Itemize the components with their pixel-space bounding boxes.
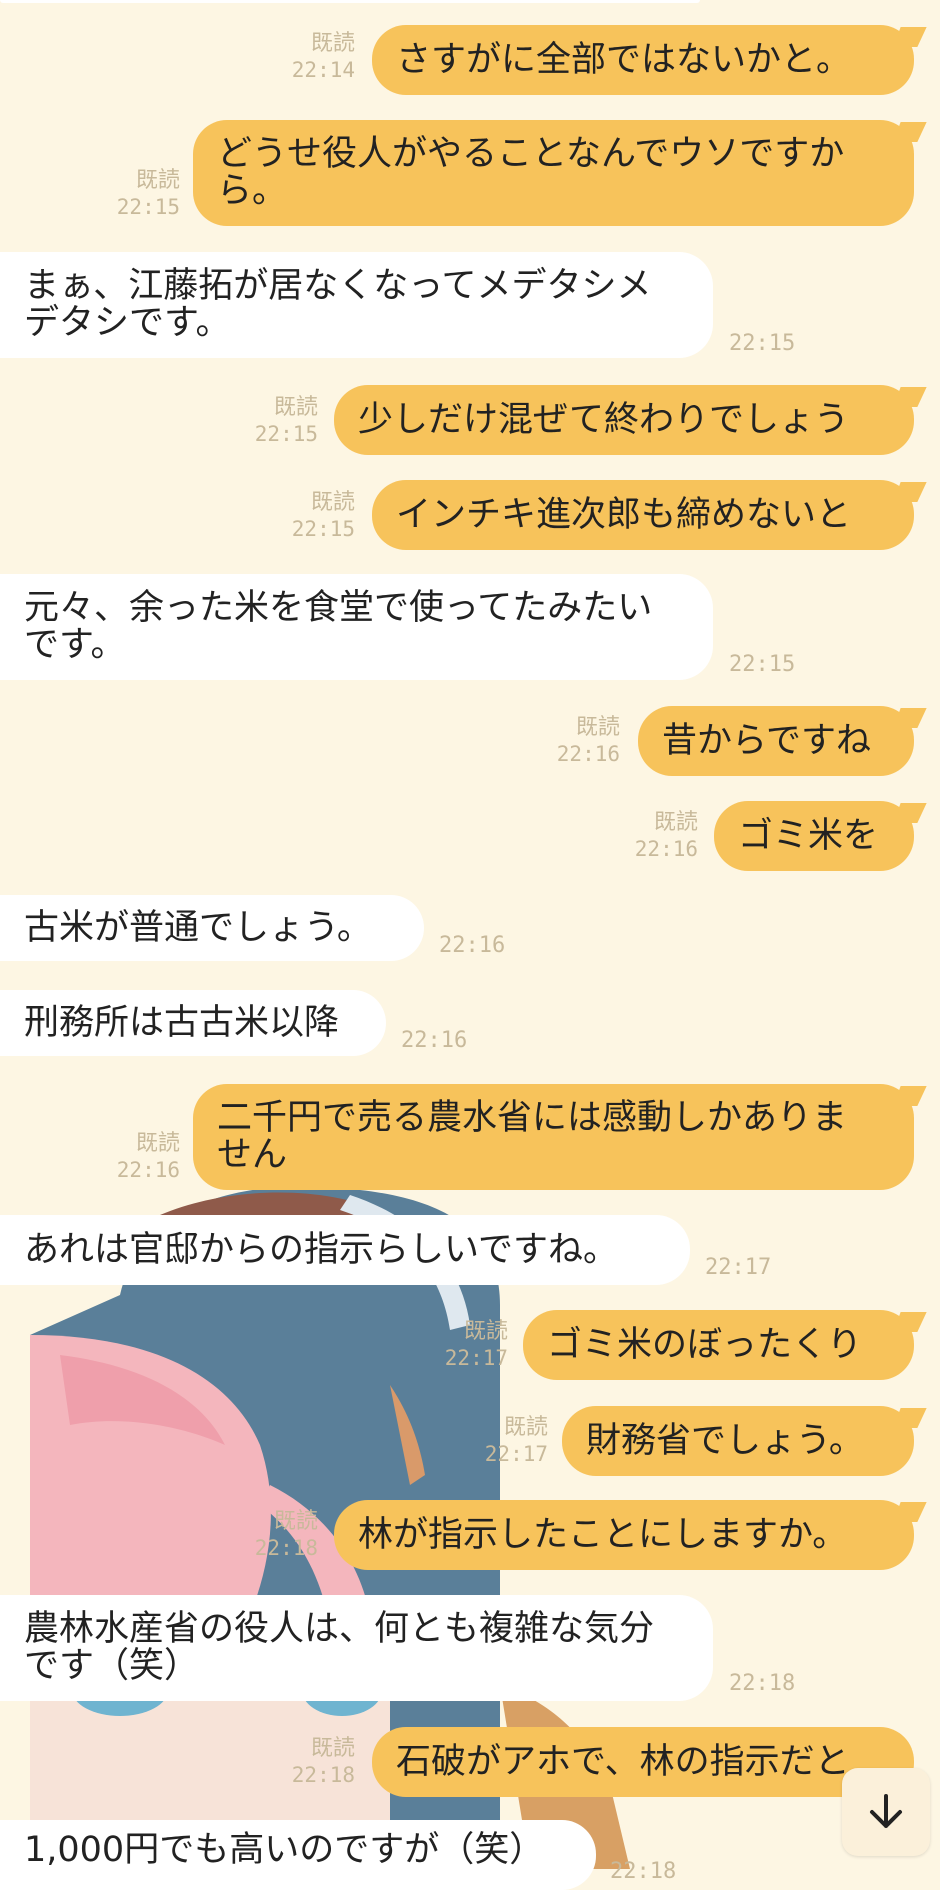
scroll-to-bottom-button[interactable] [842, 1768, 930, 1856]
read-status: 既読 22:15 [116, 168, 180, 219]
outgoing-message-bubble[interactable]: 石破がアホで、林の指示だと [372, 1727, 914, 1797]
message-time: 22:15 [729, 652, 796, 677]
outgoing-message-bubble[interactable]: 林が指示したことにしますか。 [334, 1500, 914, 1570]
read-status: 既読 22:16 [116, 1131, 180, 1182]
read-status: 既読 22:18 [291, 1736, 355, 1787]
incoming-message-bubble[interactable]: 元々、余った米を食堂で使ってたみたいです。 [0, 574, 713, 680]
message-time: 22:16 [401, 1028, 468, 1053]
outgoing-message-bubble[interactable]: さすがに全部ではないかと。 [372, 25, 914, 95]
read-status: 既読 22:15 [291, 490, 355, 541]
message-time: 22:17 [705, 1255, 772, 1280]
arrow-down-icon [870, 1794, 902, 1828]
read-status: 既読 22:17 [444, 1319, 508, 1370]
read-status: 既読 22:15 [254, 395, 318, 446]
previous-bubble-edge [0, 0, 700, 3]
message-time: 22:18 [729, 1671, 796, 1696]
outgoing-message-bubble[interactable]: インチキ進次郎も締めないと [372, 480, 914, 550]
read-status: 既読 22:14 [291, 31, 355, 82]
incoming-message-bubble[interactable]: 古米が普通でしょう。 [0, 895, 424, 961]
outgoing-message-bubble[interactable]: どうせ役人がやることなんでウソですから。 [193, 120, 914, 226]
read-status: 既読 22:18 [254, 1509, 318, 1560]
incoming-message-bubble[interactable]: 農林水産省の役人は、何とも複雑な気分です（笑） [0, 1595, 713, 1701]
incoming-message-bubble[interactable]: 1,000円でも高いのですが（笑） [0, 1820, 596, 1890]
outgoing-message-bubble[interactable]: ゴミ米を [714, 801, 914, 871]
incoming-message-bubble[interactable]: あれは官邸からの指示らしいですね。 [0, 1215, 690, 1285]
incoming-message-bubble[interactable]: まぁ、江藤拓が居なくなってメデタシメデタシです。 [0, 252, 713, 358]
outgoing-message-bubble[interactable]: 財務省でしょう。 [562, 1406, 914, 1476]
incoming-message-bubble[interactable]: 刑務所は古古米以降 [0, 990, 386, 1056]
message-time: 22:15 [729, 331, 796, 356]
message-time: 22:16 [439, 933, 506, 958]
read-status: 既読 22:16 [556, 715, 620, 766]
outgoing-message-bubble[interactable]: ゴミ米のぼったくり [523, 1310, 914, 1380]
outgoing-message-bubble[interactable]: 昔からですね [638, 706, 914, 776]
read-status: 既読 22:17 [484, 1415, 548, 1466]
message-time: 22:18 [610, 1859, 677, 1884]
outgoing-message-bubble[interactable]: 少しだけ混ぜて終わりでしょう [334, 385, 914, 455]
outgoing-message-bubble[interactable]: 二千円で売る農水省には感動しかありません [193, 1084, 914, 1190]
read-status: 既読 22:16 [634, 810, 698, 861]
